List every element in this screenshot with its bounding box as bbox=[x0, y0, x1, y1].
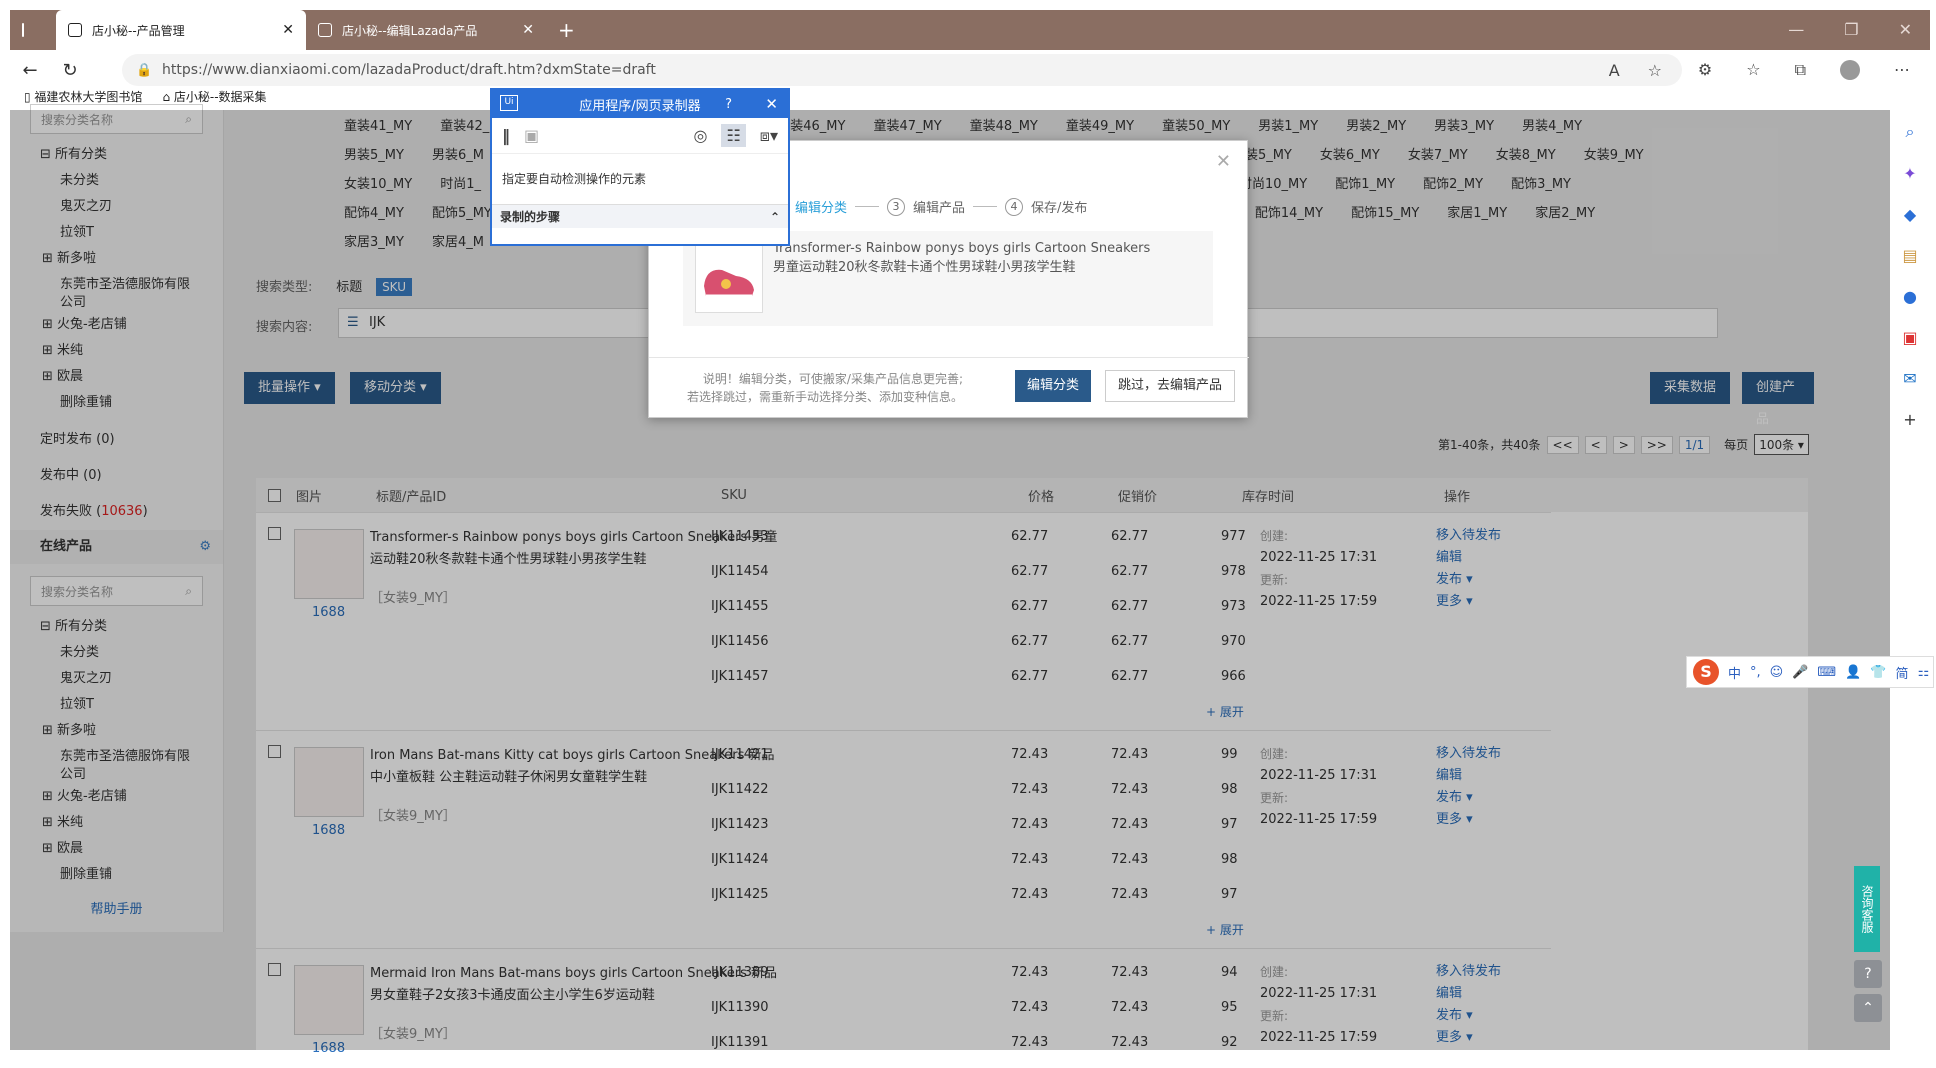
outlook-icon[interactable]: ✉ bbox=[1903, 369, 1916, 388]
games-icon[interactable]: ● bbox=[1903, 287, 1917, 306]
page-icon bbox=[318, 23, 332, 37]
keyboard-icon[interactable]: ⌨ bbox=[1817, 665, 1836, 680]
product-thumbnail bbox=[695, 245, 763, 313]
screenshot-dropdown-icon[interactable]: ⧈▾ bbox=[760, 126, 778, 146]
read-aloud-icon[interactable]: A bbox=[1609, 61, 1620, 80]
toolbox-icon[interactable]: ⚏ bbox=[1918, 665, 1930, 680]
scroll-top-icon[interactable]: ⌃ bbox=[1854, 994, 1882, 1022]
shoe-image bbox=[704, 269, 754, 298]
skip-to-edit-button[interactable]: 跳过，去编辑产品 bbox=[1105, 370, 1236, 402]
close-icon[interactable]: ✕ bbox=[1216, 151, 1231, 172]
punctuation-icon[interactable]: °, bbox=[1750, 665, 1761, 680]
uipath-logo-icon: Ui bbox=[500, 95, 518, 111]
profile-avatar[interactable] bbox=[1840, 60, 1860, 80]
recorder-toolbar: ‖ ▣ ◎ ☷ ⧈▾ bbox=[492, 118, 788, 154]
collections-icon[interactable]: ⧉ bbox=[1795, 60, 1806, 80]
shopping-icon[interactable]: ◆ bbox=[1904, 205, 1916, 224]
target-icon[interactable]: ◎ bbox=[693, 126, 707, 145]
extensions-icon[interactable]: ⚙ bbox=[1698, 60, 1712, 80]
bookmarks-bar: ▯ 福建农林大学图书馆 ⌂ 店小秘--数据采集 bbox=[10, 82, 1930, 110]
more-menu-icon[interactable]: ⋯ bbox=[1894, 60, 1910, 80]
bookmark-data-collect[interactable]: ⌂ 店小秘--数据采集 bbox=[162, 88, 266, 105]
save-icon[interactable]: ▣ bbox=[524, 126, 539, 145]
tab-product-management[interactable]: 店小秘--产品管理 ✕ bbox=[56, 10, 306, 50]
office-icon[interactable]: ▣ bbox=[1902, 328, 1917, 347]
ime-mode[interactable]: 中 bbox=[1728, 663, 1741, 682]
window-controls: — ❐ ✕ bbox=[1788, 20, 1912, 39]
voice-icon[interactable]: 🎤 bbox=[1792, 665, 1808, 680]
close-window-icon[interactable]: ✕ bbox=[1899, 20, 1912, 39]
help-icon[interactable]: ? bbox=[1854, 960, 1882, 988]
copilot-icon[interactable]: ✦ bbox=[1903, 164, 1916, 183]
auto-detect-icon[interactable]: ☷ bbox=[721, 124, 746, 147]
tab-edit-lazada[interactable]: 店小秘--编辑Lazada产品 ✕ bbox=[306, 10, 546, 50]
edge-sidebar: ⌕ ✦ ◆ ▤ ● ▣ ✉ + bbox=[1890, 110, 1930, 1050]
step-indicator: 2 编辑分类 3 编辑产品 4 保存/发布 bbox=[769, 197, 1087, 216]
restore-icon[interactable]: ❐ bbox=[1844, 20, 1858, 39]
modal-footer: 说明！编辑分类，可使搬家/采集产品信息更完善; 若选择跳过，需重新手动选择分类、… bbox=[649, 357, 1249, 419]
emoji-icon[interactable]: ☺ bbox=[1770, 665, 1784, 680]
close-icon[interactable]: ✕ bbox=[765, 95, 778, 113]
recorder-titlebar: Ui 应用程序/网页录制器 ? ✕ bbox=[492, 90, 788, 118]
tools-icon[interactable]: ▤ bbox=[1902, 246, 1917, 265]
tab-actions-icon[interactable] bbox=[10, 10, 38, 50]
page-icon bbox=[68, 23, 82, 37]
search-icon[interactable]: ⌕ bbox=[1906, 122, 1915, 142]
customer-service-button[interactable]: 咨询客服 bbox=[1854, 866, 1880, 952]
product-text: Transformer-s Rainbow ponys boys girls C… bbox=[773, 241, 1151, 275]
add-icon[interactable]: + bbox=[1903, 410, 1916, 429]
close-tab-icon[interactable]: ✕ bbox=[282, 22, 294, 38]
favorites-icon[interactable]: ☆ bbox=[1746, 60, 1760, 80]
close-tab-icon[interactable]: ✕ bbox=[522, 22, 534, 38]
chevron-up-icon[interactable]: ⌃ bbox=[770, 210, 780, 224]
recorder-message: 指定要自动检测操作的元素 bbox=[502, 172, 647, 186]
recorded-steps-header[interactable]: 录制的步骤 ⌃ bbox=[492, 204, 788, 228]
modal-note: 说明！编辑分类，可使搬家/采集产品信息更完善; 若选择跳过，需重新手动选择分类、… bbox=[686, 372, 963, 404]
favorite-add-icon[interactable]: ☆ bbox=[1648, 61, 1662, 80]
recorder-panel: Ui 应用程序/网页录制器 ? ✕ ‖ ▣ ◎ ☷ ⧈▾ 指定要自动检测操作的元… bbox=[490, 88, 790, 246]
lock-icon: 🔒 bbox=[136, 62, 153, 78]
browser-titlebar: 店小秘--产品管理 ✕ 店小秘--编辑Lazada产品 ✕ + — ❐ ✕ bbox=[10, 10, 1930, 50]
new-tab-button[interactable]: + bbox=[546, 10, 587, 50]
sogou-logo-icon[interactable]: S bbox=[1693, 659, 1719, 685]
refresh-icon[interactable]: ↻ bbox=[50, 60, 90, 81]
ime-toolbar: S 中 °, ☺ 🎤 ⌨ 👤 👕 简 ⚏ bbox=[1686, 656, 1934, 688]
minimize-icon[interactable]: — bbox=[1788, 20, 1804, 39]
back-icon[interactable]: ← bbox=[10, 60, 50, 81]
help-icon[interactable]: ? bbox=[725, 97, 732, 112]
simplified-toggle[interactable]: 简 bbox=[1896, 663, 1909, 682]
user-icon[interactable]: 👤 bbox=[1845, 665, 1861, 680]
bookmark-library[interactable]: ▯ 福建农林大学图书馆 bbox=[24, 88, 142, 105]
pause-icon[interactable]: ‖ bbox=[502, 126, 510, 145]
skin-icon[interactable]: 👕 bbox=[1870, 665, 1886, 680]
edit-category-button[interactable]: 编辑分类 bbox=[1015, 370, 1092, 402]
